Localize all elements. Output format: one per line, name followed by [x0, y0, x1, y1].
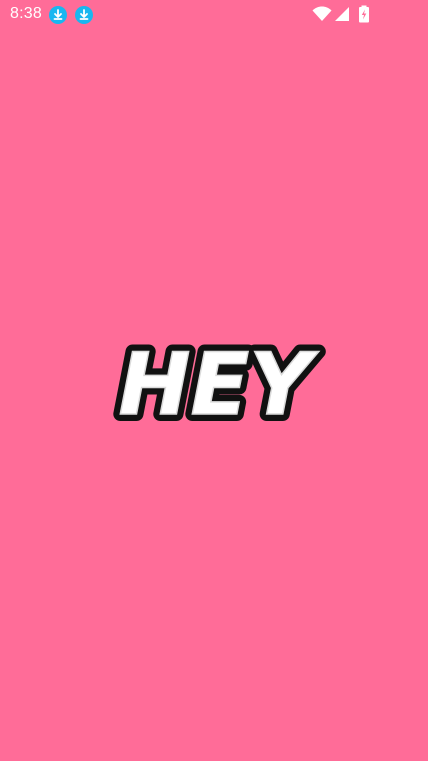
cell-signal-icon: [334, 6, 350, 27]
battery-charging-icon: [358, 5, 370, 28]
wifi-icon: [312, 6, 332, 27]
logo-text: HEY: [119, 335, 320, 435]
status-time: 8:38: [10, 5, 42, 22]
splash-screen: 8:38 HEY HEY: [0, 0, 428, 761]
hey-logo: HEY HEY: [95, 318, 335, 442]
download-icon: [75, 6, 93, 24]
download-icon: [49, 6, 67, 24]
status-bar: 8:38: [0, 0, 428, 28]
